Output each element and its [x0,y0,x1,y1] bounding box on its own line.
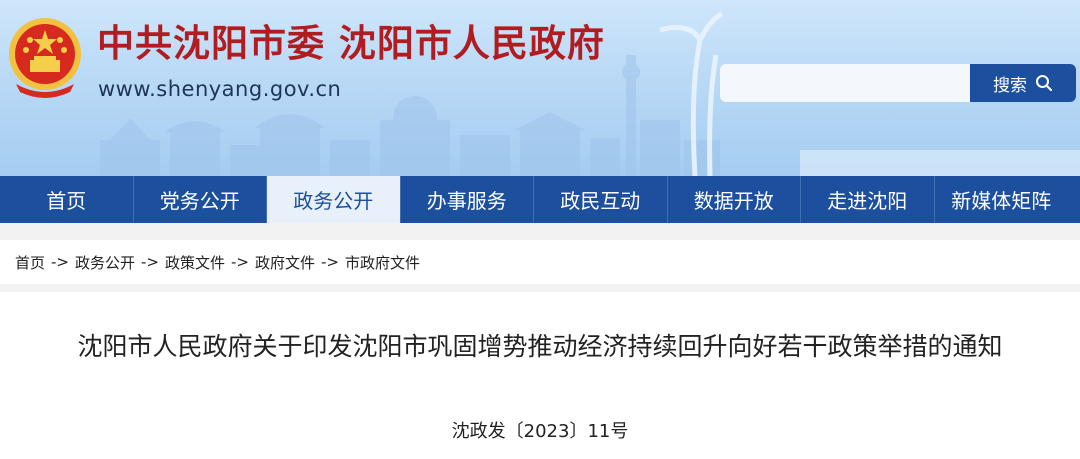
breadcrumb-separator: -> [321,253,339,271]
breadcrumb-item-government-affairs[interactable]: 政务公开 [75,252,135,273]
breadcrumb-item-government-documents[interactable]: 政府文件 [255,252,315,273]
header-banner: 中共沈阳市委 沈阳市人民政府 www.shenyang.gov.cn 搜索 [0,0,1080,176]
nav-item-about-shenyang[interactable]: 走进沈阳 [801,176,935,223]
search-icon [1036,75,1053,92]
search-input[interactable] [720,64,970,102]
nav-item-open-data[interactable]: 数据开放 [668,176,801,223]
search-button[interactable]: 搜索 [970,64,1076,102]
breadcrumb-item-home[interactable]: 首页 [15,252,45,273]
document-number: 沈政发〔2023〕11号 [451,421,629,442]
main-nav: 首页 党务公开 政务公开 办事服务 政民互动 数据开放 走进沈阳 新媒体矩阵 [0,176,1080,223]
site-url[interactable]: www.shenyang.gov.cn [98,76,341,102]
nav-item-party-affairs[interactable]: 党务公开 [134,176,267,223]
nav-item-interaction[interactable]: 政民互动 [534,176,668,223]
national-emblem-icon [9,18,81,98]
breadcrumb-separator: -> [141,253,159,271]
article-title: 沈阳市人民政府关于印发沈阳市巩固增势推动经济持续回升向好若干政策举措的通知 [77,332,1003,361]
search-button-label: 搜索 [993,75,1027,96]
breadcrumb-separator: -> [231,253,249,271]
nav-item-new-media[interactable]: 新媒体矩阵 [935,176,1069,223]
nav-item-home[interactable]: 首页 [0,176,134,223]
breadcrumb-separator: -> [51,253,69,271]
search-bar: 搜索 [720,64,1076,102]
breadcrumb-item-city-government-documents[interactable]: 市政府文件 [345,252,420,273]
article-panel: 沈阳市人民政府关于印发沈阳市巩固增势推动经济持续回升向好若干政策举措的通知 沈政… [0,292,1080,459]
nav-item-government-affairs[interactable]: 政务公开 [267,176,401,223]
site-title: 中共沈阳市委 沈阳市人民政府 [97,22,605,65]
nav-item-services[interactable]: 办事服务 [401,176,534,223]
breadcrumb-item-policy-documents[interactable]: 政策文件 [165,252,225,273]
breadcrumb: 首页 -> 政务公开 -> 政策文件 -> 政府文件 -> 市政府文件 [0,240,1080,284]
